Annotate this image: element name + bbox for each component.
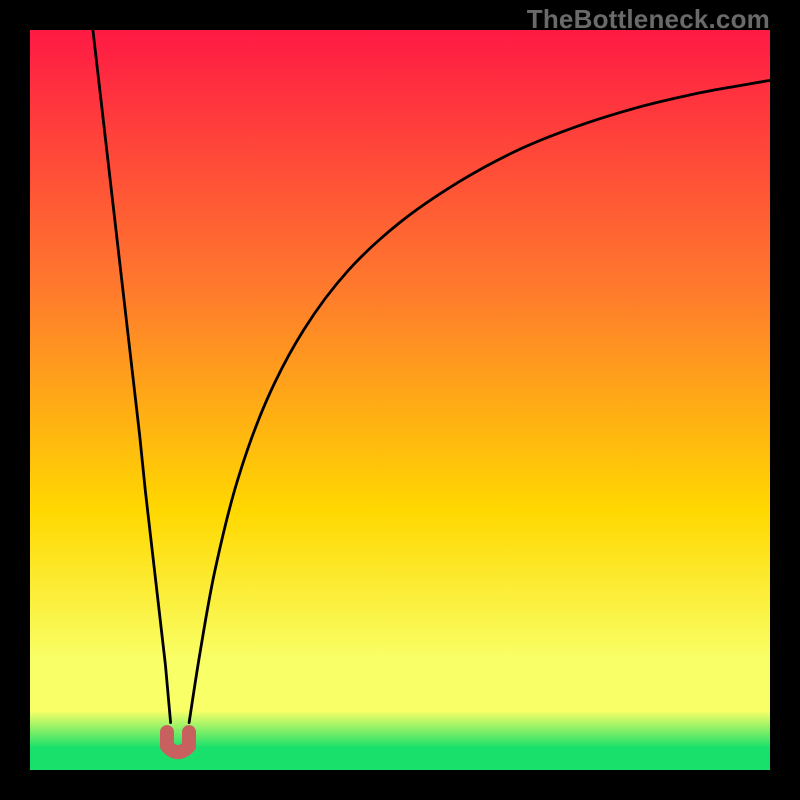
chart-background (30, 30, 770, 770)
chart-frame: TheBottleneck.com (0, 0, 800, 800)
watermark-text: TheBottleneck.com (527, 4, 770, 35)
chart-plot-area (30, 30, 770, 770)
chart-canvas (30, 30, 770, 770)
